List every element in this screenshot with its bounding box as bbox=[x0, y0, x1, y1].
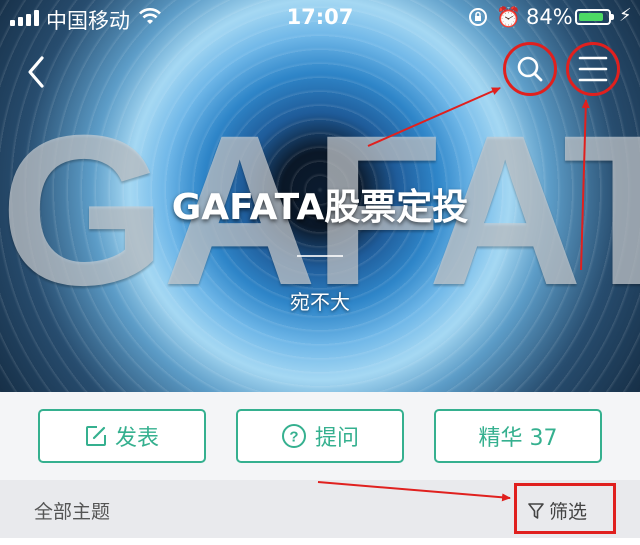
filter-highlight-box bbox=[514, 483, 616, 534]
battery-level-fill bbox=[579, 13, 603, 21]
action-bar: 发表 ? 提问 精华 37 bbox=[0, 392, 640, 480]
menu-highlight-circle bbox=[566, 42, 620, 96]
ask-button[interactable]: ? 提问 bbox=[236, 409, 404, 463]
question-icon: ? bbox=[281, 424, 306, 448]
group-title: GAFATA股票定投 bbox=[171, 187, 469, 228]
title-divider bbox=[297, 255, 343, 257]
rotation-lock-icon bbox=[468, 7, 488, 32]
alarm-icon: ⏰ bbox=[496, 5, 521, 29]
featured-button[interactable]: 精华 37 bbox=[434, 409, 602, 463]
search-highlight-circle bbox=[503, 42, 557, 96]
all-topics-label[interactable]: 全部主题 bbox=[34, 497, 110, 524]
chevron-left-icon bbox=[28, 56, 44, 88]
post-button[interactable]: 发表 bbox=[38, 409, 206, 463]
back-button[interactable] bbox=[22, 52, 52, 92]
post-button-label: 发表 bbox=[114, 426, 159, 451]
charging-bolt-icon: ⚡ bbox=[619, 5, 632, 26]
featured-button-label: 精华 37 bbox=[478, 426, 558, 451]
ask-button-label: 提问 bbox=[314, 426, 359, 451]
svg-text:?: ? bbox=[289, 429, 298, 446]
battery-icon bbox=[575, 9, 614, 25]
group-author: 宛不大 bbox=[290, 290, 350, 314]
battery-percent: 84% bbox=[526, 5, 573, 29]
list-start-strip bbox=[0, 538, 640, 545]
status-bar: 中国移动 17:07 ⏰ 84% ⚡ bbox=[0, 0, 640, 36]
edit-icon bbox=[85, 426, 106, 446]
